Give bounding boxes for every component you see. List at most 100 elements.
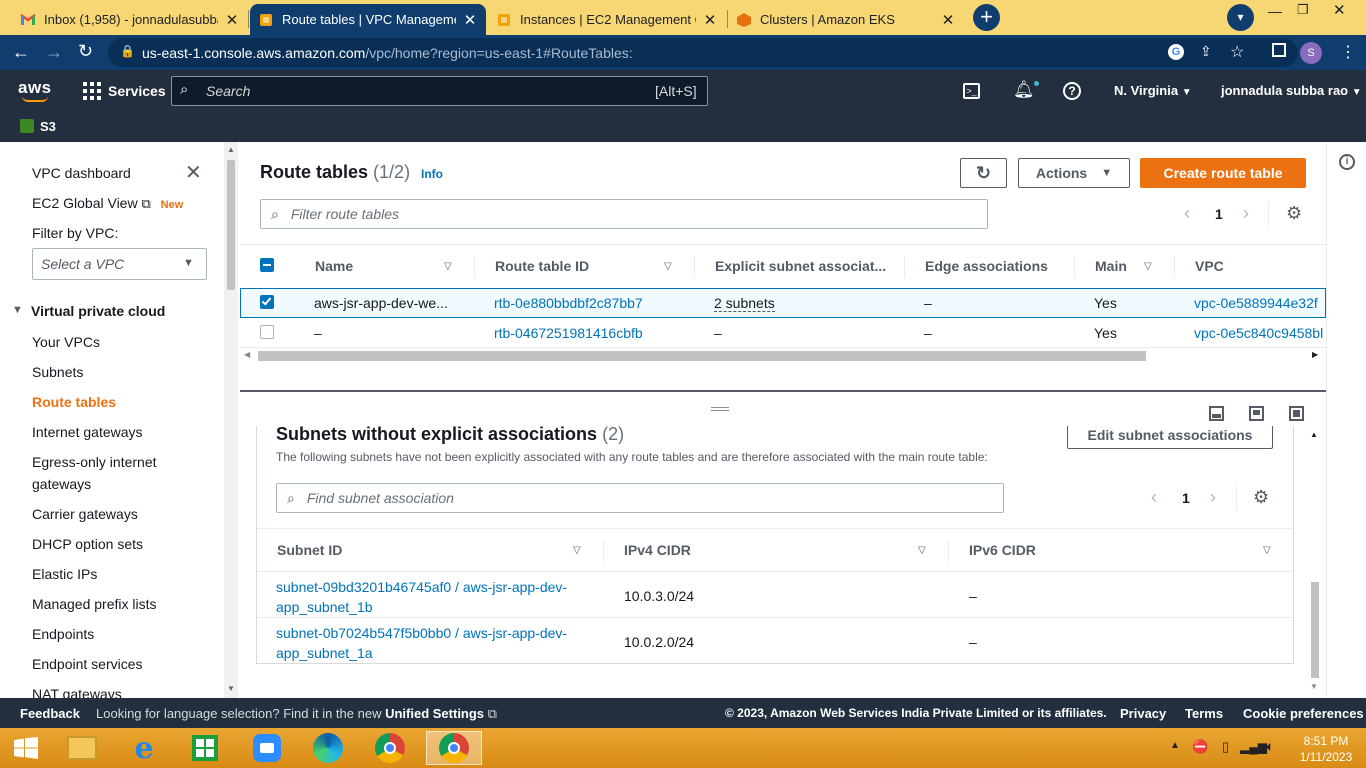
favorite-s3[interactable]: S3 (40, 119, 56, 134)
forward-icon[interactable]: → (45, 42, 63, 63)
search-input[interactable]: ⌕ Search [Alt+S] (171, 76, 708, 106)
select-all-checkbox[interactable] (260, 258, 274, 272)
address-bar[interactable]: 🔒 us-east-1.console.aws.amazon.com/vpc/h… (108, 38, 1298, 67)
reload-icon[interactable]: ↻ (78, 41, 93, 62)
previous-page-icon[interactable]: ‹ (1151, 487, 1157, 508)
nav-your-vpcs[interactable]: Your VPCs (32, 331, 100, 353)
minimize-icon[interactable]: — (1268, 3, 1282, 19)
cell-route-table-id[interactable]: rtb-0e880bbdbf2c87bb7 (494, 295, 643, 311)
expand-caret-icon[interactable]: ▼ (12, 304, 23, 316)
cell-vpc[interactable]: vpc-0e5889944e32f (1194, 295, 1326, 311)
scroll-left-icon[interactable]: ◀ (244, 350, 250, 359)
unified-settings-link[interactable]: Unified Settings (385, 706, 484, 721)
system-clock[interactable]: 8:51 PM 1/11/2023 (1296, 733, 1356, 765)
profile-avatar[interactable]: S (1300, 42, 1322, 64)
browser-tab-gmail[interactable]: Inbox (1,958) - jonnadulasubbara ✕ (12, 4, 248, 35)
cookie-preferences-link[interactable]: Cookie preferences (1243, 706, 1364, 721)
next-page-icon[interactable]: › (1243, 203, 1249, 224)
preferences-gear-icon[interactable]: ⚙ (1286, 203, 1302, 224)
next-page-icon[interactable]: › (1210, 487, 1216, 508)
edit-subnet-associations-button[interactable]: Edit subnet associations (1067, 426, 1273, 449)
browser-tab-eks[interactable]: Clusters | Amazon EKS ✕ (728, 4, 964, 35)
nav-route-tables[interactable]: Route tables (32, 391, 116, 413)
battery-icon[interactable]: ▯ (1222, 739, 1229, 755)
column-header-ipv6-cidr[interactable]: IPv6 CIDR (969, 542, 1036, 558)
new-tab-button[interactable]: + (973, 4, 1000, 31)
terms-link[interactable]: Terms (1185, 706, 1223, 721)
close-navigation-icon[interactable]: ✕ (185, 160, 202, 185)
restore-icon[interactable]: ❐ (1297, 2, 1309, 18)
sort-icon[interactable]: ▽ (573, 545, 581, 556)
cell-subnet-id[interactable]: subnet-0b7024b547f5b0bb0 / aws-jsr-app-d… (276, 623, 567, 663)
help-icon[interactable]: ? (1063, 82, 1081, 100)
share-icon[interactable]: ⇪ (1200, 43, 1212, 60)
scroll-up-icon[interactable]: ▲ (227, 145, 235, 154)
services-menu[interactable]: Services (108, 83, 166, 99)
signal-icon[interactable]: ▂▄▆ (1240, 740, 1267, 754)
chrome-profile-icon[interactable] (426, 731, 482, 765)
section-virtual-private-cloud[interactable]: Virtual private cloud (31, 300, 165, 322)
back-icon[interactable]: ← (12, 42, 30, 63)
scroll-right-icon[interactable]: ▶ (1312, 350, 1318, 359)
filter-route-tables-input[interactable]: ⌕ Filter route tables (260, 199, 988, 229)
page-number[interactable]: 1 (1182, 490, 1190, 506)
bell-icon[interactable]: 🔔︎ (1013, 80, 1035, 100)
panel-side-icon[interactable] (1249, 406, 1264, 421)
create-route-table-button[interactable]: Create route table (1140, 158, 1306, 188)
nav-internet-gateways[interactable]: Internet gateways (32, 421, 143, 443)
tab-search-icon[interactable]: ▾ (1227, 4, 1254, 31)
info-panel-icon[interactable]: i (1339, 154, 1355, 170)
network-warning-icon[interactable]: ⛔ (1192, 739, 1208, 755)
actions-button[interactable]: Actions ▼ (1018, 158, 1130, 188)
chrome-icon[interactable] (368, 731, 412, 765)
sort-icon[interactable]: ▽ (1263, 545, 1271, 556)
table-row[interactable] (240, 318, 1326, 348)
detail-scrollbar[interactable]: ▲ ▼ (1308, 430, 1322, 694)
nav-carrier-gateways[interactable]: Carrier gateways (32, 503, 138, 525)
nav-vpc-dashboard[interactable]: VPC dashboard (32, 162, 131, 184)
find-subnet-association-input[interactable]: ⌕ Find subnet association (276, 483, 1004, 513)
privacy-link[interactable]: Privacy (1120, 706, 1166, 721)
sort-icon[interactable]: ▽ (664, 261, 672, 272)
store-icon[interactable] (183, 731, 227, 765)
cloudshell-icon[interactable]: >_ (963, 83, 980, 99)
row-checkbox[interactable] (260, 325, 274, 339)
close-icon[interactable]: ✕ (462, 11, 478, 29)
nav-ec2-global-view[interactable]: EC2 Global View ⧉ New (32, 192, 183, 216)
sort-icon[interactable]: ▽ (918, 545, 926, 556)
nav-dhcp-option-sets[interactable]: DHCP option sets (32, 533, 143, 555)
browser-tab-route-tables[interactable]: Route tables | VPC Management ✕ (250, 4, 486, 35)
cell-route-table-id[interactable]: rtb-0467251981416cbfb (494, 325, 643, 341)
window-close-icon[interactable]: ✕ (1333, 1, 1346, 19)
page-number[interactable]: 1 (1215, 206, 1223, 222)
column-header-route-table-id[interactable]: Route table ID (495, 258, 589, 274)
row-checkbox[interactable] (260, 295, 274, 309)
close-icon[interactable]: ✕ (702, 11, 718, 29)
close-icon[interactable]: ✕ (224, 11, 240, 29)
volume-icon[interactable]: 🔈︎ (1266, 738, 1274, 755)
zoom-icon[interactable] (245, 731, 289, 765)
resize-handle-icon[interactable] (711, 407, 729, 411)
nav-managed-prefix-lists[interactable]: Managed prefix lists (32, 593, 157, 615)
region-selector[interactable]: N. Virginia ▼ (1114, 83, 1192, 98)
sort-icon[interactable]: ▽ (444, 261, 452, 272)
feedback-link[interactable]: Feedback (20, 706, 80, 721)
scroll-down-icon[interactable]: ▼ (1310, 682, 1318, 691)
table-horizontal-scrollbar[interactable]: ◀ ▶ (244, 350, 1320, 362)
cell-subnet-id[interactable]: subnet-09bd3201b46745af0 / aws-jsr-app-d… (276, 577, 567, 617)
side-panel-icon[interactable] (1272, 43, 1286, 57)
cell-vpc[interactable]: vpc-0e5c840c9458bl (1194, 325, 1326, 341)
sidebar-scrollbar[interactable]: ▲ ▼ (224, 142, 238, 698)
vpc-filter-select[interactable]: Select a VPC ▼ (32, 248, 207, 280)
internet-explorer-icon[interactable]: e (122, 731, 166, 766)
panel-bottom-icon[interactable] (1209, 406, 1224, 421)
google-lens-icon[interactable]: G (1168, 44, 1184, 60)
show-hidden-icons[interactable]: ▲ (1170, 740, 1180, 751)
nav-endpoints[interactable]: Endpoints (32, 623, 94, 645)
browser-tab-instances[interactable]: Instances | EC2 Management Con ✕ (488, 4, 726, 35)
column-header-main[interactable]: Main (1095, 258, 1127, 274)
column-header-vpc[interactable]: VPC (1195, 258, 1224, 274)
preferences-gear-icon[interactable]: ⚙ (1253, 487, 1269, 508)
nav-elastic-ips[interactable]: Elastic IPs (32, 563, 97, 585)
info-link[interactable]: Info (421, 167, 443, 181)
